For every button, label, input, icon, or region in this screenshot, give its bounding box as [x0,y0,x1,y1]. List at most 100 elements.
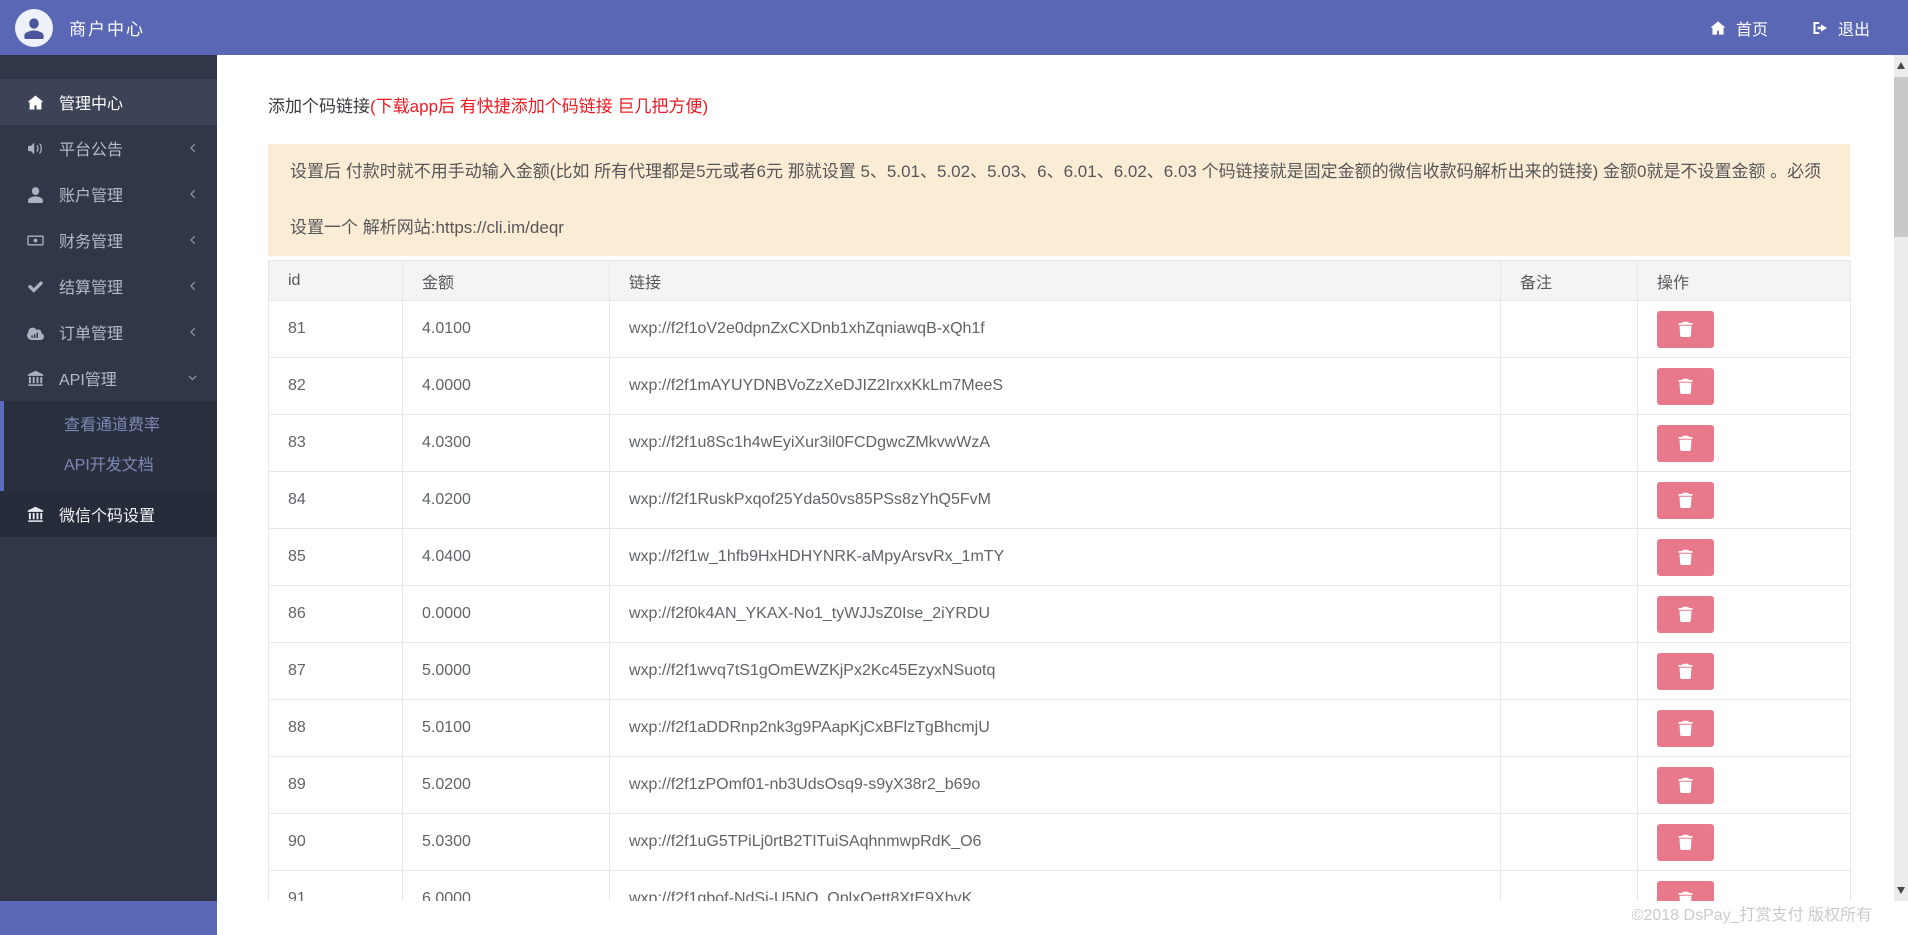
sidebar-item-settlement-management[interactable]: 结算管理 [0,263,217,309]
table-header-row: id 金额 链接 备注 操作 [268,260,1851,301]
page-footer: ©2018 DsPay_打赏支付 版权所有 [217,901,1908,935]
cell-remark [1500,699,1638,757]
delete-button[interactable] [1657,823,1714,861]
column-header-amount: 金额 [402,260,610,301]
sidebar-item-label: 结算管理 [59,280,124,297]
sidebar-item-label: 微信个码设置 [59,508,156,525]
sidebar-item-finance-management[interactable]: 财务管理 [0,217,217,263]
sidebar-item-label: 订单管理 [59,326,124,343]
cell-actions [1637,642,1851,700]
cell-id: 81 [268,300,403,358]
cell-remark [1500,813,1638,871]
home-icon [1710,20,1726,36]
cell-amount: 0.0000 [402,585,610,643]
check-icon [27,278,44,295]
delete-button[interactable] [1657,709,1714,747]
cell-id: 83 [268,414,403,472]
scrollbar-thumb[interactable] [1894,77,1908,237]
logout-link[interactable]: 退出 [1812,16,1870,40]
user-icon [27,186,44,203]
sidebar-subitem-api-docs[interactable]: API开发文档 [4,446,217,486]
main-content: 添加个码链接(下载app后 有快捷添加个码链接 巨几把方便) 设置后 付款时就不… [217,55,1894,901]
trash-icon [1678,549,1693,565]
cell-id: 86 [268,585,403,643]
bank-icon [27,370,44,387]
cell-link: wxp://f2f1gbof-NdSi-U5NQ_QplxOett8XtE9Xb… [609,870,1501,901]
trash-icon [1678,492,1693,508]
cell-actions [1637,585,1851,643]
cell-remark [1500,357,1638,415]
delete-button[interactable] [1657,880,1714,901]
sidebar-item-label: 财务管理 [59,234,124,251]
cell-id: 82 [268,357,403,415]
trash-icon [1678,720,1693,736]
chevron-down-icon [188,371,197,385]
logout-link-label: 退出 [1837,21,1870,39]
cell-amount: 6.0000 [402,870,610,901]
notice-banner: 设置后 付款时就不用手动输入金额(比如 所有代理都是5元或者6元 那就设置 5、… [268,144,1850,256]
table-row: 90 5.0300 wxp://f2f1uG5TPiLj0rtB2TITuiSA… [268,813,1851,871]
cell-remark [1500,414,1638,472]
trash-icon [1678,606,1693,622]
sidebar-item-admin-center[interactable]: 管理中心 [0,79,217,125]
cell-link: wxp://f2f1zPOmf01-nb3UdsOsq9-s9yX38r2_b6… [609,756,1501,814]
cell-link: wxp://f2f1mAYUYDNBVoZzXeDJIZ2IrxxKkLm7Me… [609,357,1501,415]
cell-actions [1637,870,1851,901]
cell-link: wxp://f2f1aDDRnp2nk3g9PAapKjCxBFlzTgBhcm… [609,699,1501,757]
scrollbar-up-arrow-icon[interactable] [1897,62,1905,69]
user-avatar [15,8,53,47]
column-header-remark: 备注 [1500,260,1638,301]
cell-remark [1500,870,1638,901]
column-header-id: id [268,260,403,301]
sidebar-item-label: API管理 [59,372,117,389]
cell-actions [1637,813,1851,871]
announcement-icon [27,140,44,157]
sidebar-subitem-channel-rates[interactable]: 查看通道费率 [4,406,217,446]
money-icon [27,232,44,249]
cell-amount: 4.0400 [402,528,610,586]
cell-amount: 4.0200 [402,471,610,529]
vertical-scrollbar[interactable] [1894,55,1908,901]
cell-id: 88 [268,699,403,757]
cell-id: 84 [268,471,403,529]
column-header-link: 链接 [609,260,1501,301]
delete-button[interactable] [1657,538,1714,576]
copyright-text: ©2018 DsPay_打赏支付 版权所有 [1631,907,1872,924]
cell-id: 90 [268,813,403,871]
delete-button[interactable] [1657,766,1714,804]
bank-icon [27,506,44,523]
brand: 商户中心 [0,8,145,47]
top-bar: 商户中心 首页 退出 [0,0,1908,55]
page-title-highlight: (下载app后 有快捷添加个码链接 巨几把方便) [370,97,709,116]
column-header-actions: 操作 [1637,260,1851,301]
cell-actions [1637,699,1851,757]
sidebar-item-account-management[interactable]: 账户管理 [0,171,217,217]
chevron-left-icon [188,187,197,201]
cell-actions [1637,414,1851,472]
table-row: 86 0.0000 wxp://f2f0k4AN_YKAX-No1_tyWJJs… [268,585,1851,643]
delete-button[interactable] [1657,424,1714,462]
cell-actions [1637,300,1851,358]
cell-amount: 4.0300 [402,414,610,472]
cell-remark [1500,642,1638,700]
cell-link: wxp://f2f1wvq7tS1gOmEWZKjPx2Kc45EzyxNSuo… [609,642,1501,700]
sidebar-item-order-management[interactable]: 订单管理 [0,309,217,355]
delete-button[interactable] [1657,652,1714,690]
sidebar-item-label: 账户管理 [59,188,124,205]
sidebar-item-api-management[interactable]: API管理 [0,355,217,401]
delete-button[interactable] [1657,310,1714,348]
user-avatar-icon [23,17,45,39]
delete-button[interactable] [1657,367,1714,405]
delete-button[interactable] [1657,481,1714,519]
table-row: 87 5.0000 wxp://f2f1wvq7tS1gOmEWZKjPx2Kc… [268,642,1851,700]
cell-actions [1637,756,1851,814]
sidebar-item-platform-announcements[interactable]: 平台公告 [0,125,217,171]
sidebar-item-wechat-qr-settings[interactable]: 微信个码设置 [0,491,217,537]
scrollbar-down-arrow-icon[interactable] [1897,887,1905,894]
cloud-icon [27,324,44,341]
home-link[interactable]: 首页 [1710,16,1768,40]
delete-button[interactable] [1657,595,1714,633]
sidebar-item-label: 平台公告 [59,142,124,159]
home-link-label: 首页 [1735,21,1768,39]
cell-actions [1637,471,1851,529]
